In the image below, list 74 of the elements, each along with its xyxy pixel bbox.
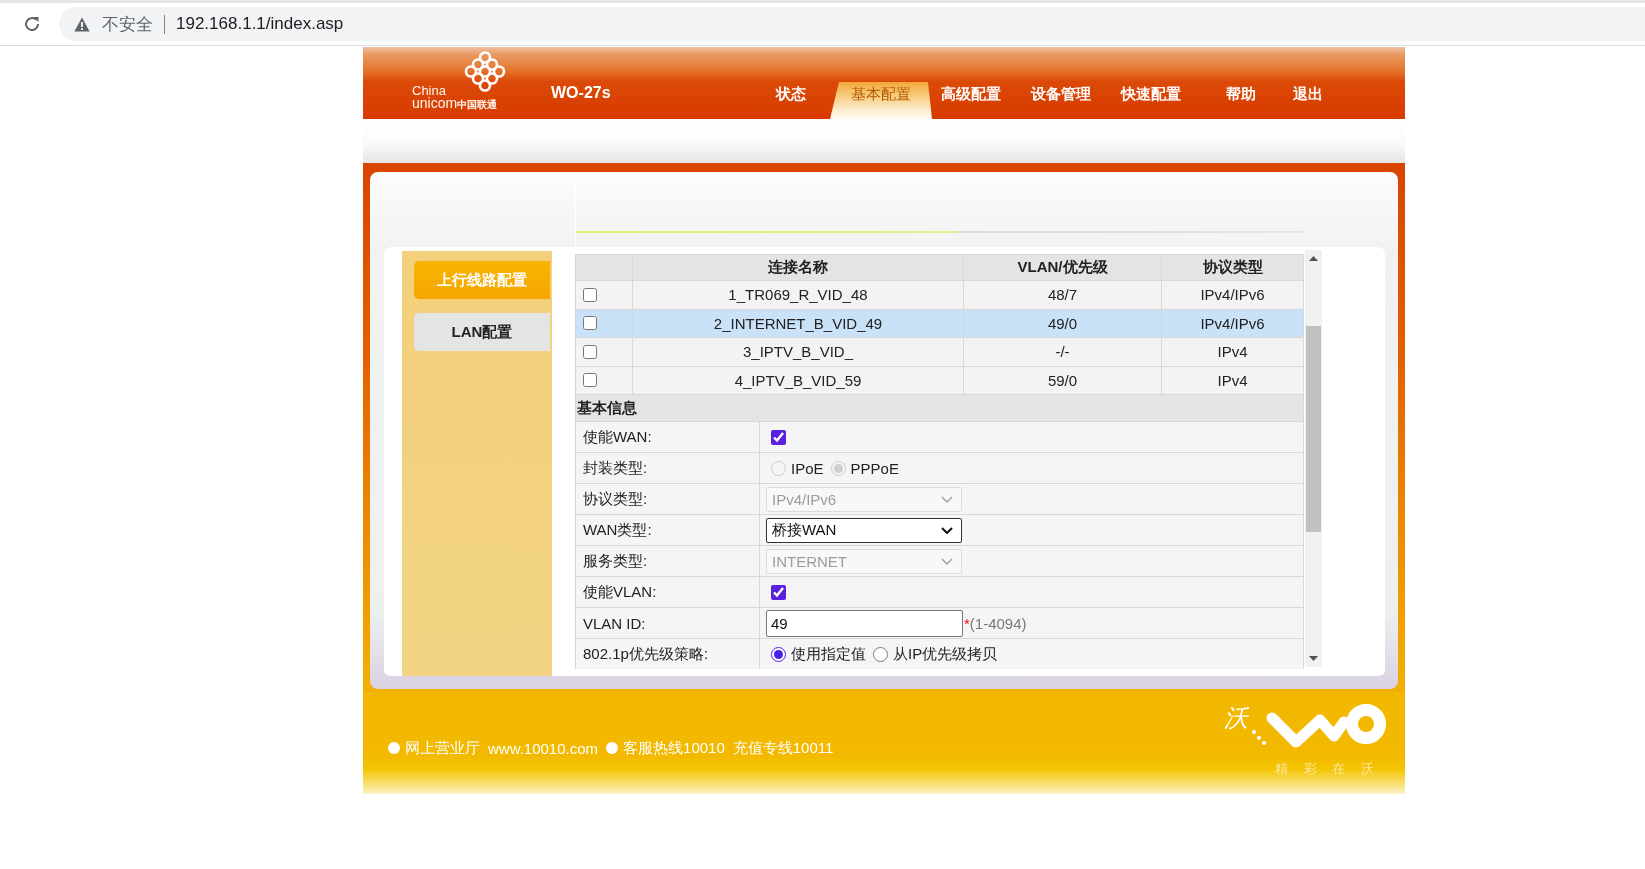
radio-label: 从IP优先级拷贝 (893, 644, 998, 664)
table-row[interactable]: 4_IPTV_B_VID_59 59/0 IPv4 (576, 366, 1304, 395)
field-label: VLAN ID: (576, 608, 760, 638)
logo-text: China (412, 85, 446, 97)
table-cell: 1_TR069_R_VID_48 (632, 281, 964, 309)
nav-tab[interactable]: 设备管理 (1016, 82, 1106, 119)
sidebar-item[interactable]: LAN配置 (414, 313, 550, 351)
footer-text: 网上营业厅 (405, 738, 480, 758)
field-label: 使能WAN: (576, 422, 760, 452)
chevron-down-icon (941, 495, 953, 503)
table-cell: IPv4 (1162, 366, 1304, 394)
field-label: 封装类型: (576, 453, 760, 483)
nav-tab[interactable]: 基本配置 (830, 82, 932, 119)
footer-text: www.10010.com (488, 739, 599, 757)
model-name: WO-27s (551, 83, 611, 103)
field-label: 使能VLAN: (576, 577, 760, 607)
hint-text: (1-4094) (969, 614, 1027, 632)
bullet-icon (606, 742, 619, 754)
radio-label: IPoE (791, 459, 824, 477)
table-cell: IPv4/IPv6 (1162, 281, 1304, 309)
chevron-down-icon (941, 526, 953, 534)
column-header: VLAN/优先级 (964, 255, 1162, 280)
bullet-icon (388, 742, 400, 754)
checkbox[interactable] (583, 316, 597, 331)
radio-button[interactable] (873, 646, 888, 662)
nav-tab[interactable]: 高级配置 (932, 82, 1016, 119)
field-label: WAN类型: (576, 515, 760, 545)
url-text: 192.168.1.1/index.asp (176, 14, 344, 34)
table-row[interactable]: 2_INTERNET_B_VID_49 49/0 IPv4/IPv6 (576, 309, 1304, 338)
table-cell: 48/7 (964, 281, 1162, 309)
nav-tab[interactable]: 快速配置 (1106, 82, 1196, 119)
scrollbar[interactable] (1305, 250, 1322, 667)
table-cell: -/- (964, 338, 1162, 366)
radio-label: 使用指定值 (791, 644, 866, 664)
table-cell: 59/0 (964, 366, 1162, 394)
table-cell: IPv4 (1162, 338, 1304, 366)
column-header: 协议类型 (1162, 255, 1304, 280)
table-row[interactable]: 1_TR069_R_VID_48 48/7 IPv4/IPv6 (576, 281, 1304, 310)
logo-text: unicom (412, 97, 458, 110)
nav-tab[interactable]: 状态 (761, 82, 821, 119)
logo-text: 中国联通 (457, 99, 498, 111)
address-bar[interactable]: 不安全 192.168.1.1/index.asp (59, 7, 1645, 41)
security-label: 不安全 (102, 13, 153, 36)
footer-text: 客服热线10010 (623, 738, 725, 758)
field-label: 服务类型: (576, 546, 760, 576)
section-title: 基本信息 (576, 395, 1304, 422)
nav-tab[interactable]: 退出 (1278, 82, 1338, 119)
scrollbar-thumb[interactable] (1306, 326, 1321, 532)
warning-icon[interactable] (74, 16, 90, 32)
scroll-down-icon[interactable] (1309, 656, 1318, 661)
field-label: 802.1p优先级策略: (576, 639, 760, 669)
required-mark: * (964, 614, 970, 632)
checkbox[interactable] (583, 373, 597, 388)
footer-text: 充值专线10011 (732, 738, 834, 758)
logo-text: 沃 (1224, 704, 1248, 732)
checkbox[interactable] (771, 429, 786, 445)
column-header: 连接名称 (632, 255, 964, 280)
table-row[interactable]: 3_IPTV_B_VID_ -/- IPv4 (576, 338, 1304, 367)
text-field[interactable]: 49 (766, 609, 963, 637)
dropdown[interactable]: 桥接WAN (766, 517, 962, 543)
slogan-text: 精 彩 在 沃 (1275, 760, 1374, 778)
radio-label: PPPoE (850, 459, 899, 477)
checkbox[interactable] (583, 287, 597, 302)
chevron-down-icon (941, 557, 953, 565)
checkbox[interactable] (583, 344, 597, 359)
nav-tab[interactable]: 帮助 (1211, 82, 1271, 119)
table-cell: 3_IPTV_B_VID_ (632, 338, 964, 366)
radio-button[interactable] (771, 646, 786, 662)
table-cell: 2_INTERNET_B_VID_49 (632, 309, 964, 337)
field-label: 协议类型: (576, 484, 760, 514)
table-cell: 4_IPTV_B_VID_59 (632, 366, 964, 394)
reload-icon[interactable] (23, 15, 41, 33)
scroll-up-icon[interactable] (1309, 256, 1318, 261)
checkbox[interactable] (771, 584, 786, 600)
